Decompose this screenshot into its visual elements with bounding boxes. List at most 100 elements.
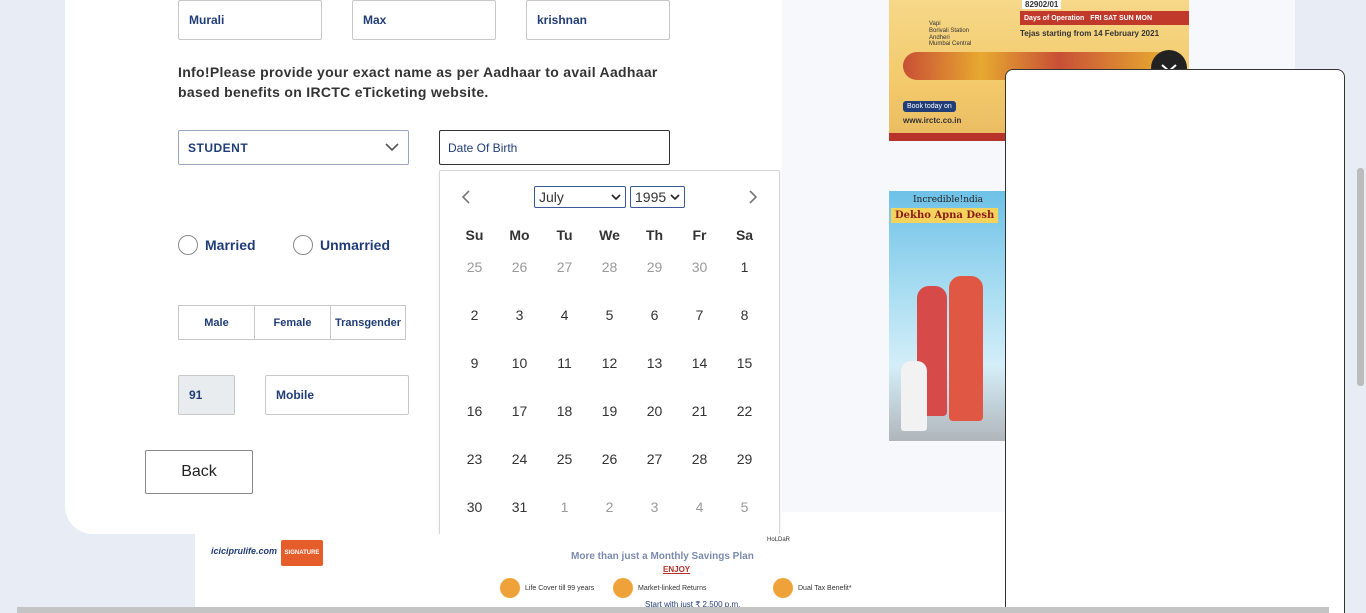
mobile-input[interactable]: Mobile — [265, 375, 409, 415]
year-select[interactable]: 1995 — [630, 186, 685, 208]
calendar-day[interactable]: 27 — [542, 257, 587, 305]
chevron-left-icon — [461, 190, 470, 204]
calendar-day[interactable]: 17 — [497, 401, 542, 449]
ad-start-date: Tejas starting from 14 February 2021 — [1020, 29, 1160, 38]
calendar-day[interactable]: 16 — [452, 401, 497, 449]
calendar-day[interactable]: 28 — [677, 449, 722, 497]
calendar-day[interactable]: 28 — [587, 257, 632, 305]
weekday-label: Mo — [509, 227, 530, 243]
horizontal-scrollbar[interactable] — [17, 607, 1329, 613]
radio-circle[interactable] — [178, 235, 198, 255]
calendar-week: 2345678 — [452, 305, 767, 353]
ad-days: FRI SAT SUN MON — [1090, 14, 1152, 22]
country-code-field: 91 — [178, 375, 235, 415]
calendar-day[interactable]: 27 — [632, 449, 677, 497]
calendar-day[interactable]: 26 — [587, 449, 632, 497]
aadhaar-info-text: Info!Please provide your exact name as p… — [178, 64, 658, 100]
ad-person-man — [949, 276, 983, 421]
ad-headline: More than just a Monthly Savings Plan — [571, 551, 754, 562]
ad-book-label: Book today on — [903, 101, 956, 112]
calendar-week: 25 26 27 28 29 30 1 — [452, 257, 767, 305]
calendar-day[interactable]: 24 — [497, 449, 542, 497]
calendar-day[interactable]: 11 — [542, 353, 587, 401]
calendar-day[interactable]: 22 — [722, 401, 767, 449]
last-name-field[interactable]: krishnan — [526, 0, 670, 40]
calendar-day[interactable]: 2 — [452, 305, 497, 353]
calendar-day[interactable]: 19 — [587, 401, 632, 449]
year-value: 1995 — [635, 189, 667, 205]
calendar-day[interactable]: 14 — [677, 353, 722, 401]
calendar-day[interactable]: 12 — [587, 353, 632, 401]
radio-married[interactable]: Married — [178, 235, 256, 255]
ad-feature-tax: Dual Tax Benefit* — [773, 578, 852, 598]
calendar-day[interactable]: 6 — [632, 305, 677, 353]
date-of-birth-input[interactable]: Date Of Birth — [439, 130, 670, 165]
ad-station-mumbai: Mumbai Central — [929, 41, 972, 47]
calendar-day[interactable]: 26 — [497, 257, 542, 305]
ad-enjoy: ENJOY — [663, 565, 691, 574]
next-month-button[interactable] — [743, 187, 763, 207]
gender-transgender-button[interactable]: Transgender — [330, 305, 406, 340]
chevron-down-icon — [670, 194, 680, 201]
ad-feature-label: Life Cover till 99 years — [525, 584, 595, 592]
calendar-day[interactable]: 20 — [632, 401, 677, 449]
gender-toggle-group: Male Female Transgender — [178, 305, 406, 340]
weekday-label: Fr — [692, 227, 707, 243]
calendar-day[interactable]: 7 — [677, 305, 722, 353]
ad-station-vapi: Vapi — [929, 21, 941, 27]
radio-unmarried[interactable]: Unmarried — [293, 235, 390, 255]
ad-train-code: 82902/01 — [1022, 0, 1062, 9]
calendar-day[interactable]: 15 — [722, 353, 767, 401]
first-name-field[interactable]: Murali — [178, 0, 322, 40]
ad-person-child — [901, 361, 927, 431]
chart-icon — [613, 578, 633, 598]
icici-pru-ad[interactable]: iciciprulife.com SIGNATURE More than jus… — [195, 534, 1005, 613]
calendar-day[interactable]: 4 — [542, 305, 587, 353]
weekday-label: Tu — [556, 227, 573, 243]
calendar-day[interactable]: 29 — [722, 449, 767, 497]
back-button[interactable]: Back — [145, 450, 253, 494]
gender-male-button[interactable]: Male — [178, 305, 255, 340]
calendar-day[interactable]: 13 — [632, 353, 677, 401]
calendar-day[interactable]: 9 — [452, 353, 497, 401]
radio-circle[interactable] — [293, 235, 313, 255]
calendar-day[interactable]: 25 — [452, 257, 497, 305]
calendar-day[interactable]: 8 — [722, 305, 767, 353]
month-select[interactable]: July — [534, 186, 626, 208]
chevron-right-icon — [749, 190, 758, 204]
ad-feature-label: Market-linked Returns — [638, 584, 707, 592]
chevron-down-icon — [611, 194, 621, 201]
calendar-day[interactable]: 23 — [452, 449, 497, 497]
calendar-day[interactable]: 18 — [542, 401, 587, 449]
month-value: July — [539, 189, 564, 205]
overlay-panel — [1005, 69, 1345, 613]
vertical-scrollbar[interactable] — [1357, 168, 1364, 386]
ad-station-borivali: Borivali Station — [929, 28, 970, 34]
prev-month-button[interactable] — [456, 187, 476, 207]
weekday-label: Sa — [735, 227, 754, 243]
calendar-week: 16 17 18 19 20 21 22 — [452, 401, 767, 449]
ad-url: www.irctc.co.in — [903, 116, 962, 125]
calendar-day[interactable]: 25 — [542, 449, 587, 497]
ad-icici-logo: iciciprulife.com — [211, 546, 278, 556]
ad-feature-market: Market-linked Returns — [613, 578, 706, 598]
occupation-select[interactable]: STUDENT — [178, 130, 409, 165]
calendar-days: 25 26 27 28 29 30 1 2 3 4 5 6 7 8 9 10 11 12 13 14 15 16 17 18 1… — [452, 257, 767, 545]
calendar-week: 9 10 11 12 13 14 15 — [452, 353, 767, 401]
shield-icon — [500, 578, 520, 598]
calendar-day[interactable]: 10 — [497, 353, 542, 401]
ad-signature-badge: SIGNATURE — [281, 540, 323, 566]
weekday-label: Th — [645, 227, 664, 243]
ad-feature-life-cover: Life Cover till 99 years — [500, 578, 594, 598]
calendar-day[interactable]: 29 — [632, 257, 677, 305]
calendar-day[interactable]: 3 — [497, 305, 542, 353]
calendar-day[interactable]: 1 — [722, 257, 767, 305]
occupation-value: STUDENT — [188, 140, 249, 155]
calendar-day[interactable]: 30 — [677, 257, 722, 305]
middle-name-field[interactable]: Max — [352, 0, 496, 40]
incredible-india-ad[interactable]: Incredible!ndia Dekho Apna Desh — [889, 191, 1007, 441]
calendar-day[interactable]: 5 — [587, 305, 632, 353]
tax-icon — [773, 578, 793, 598]
gender-female-button[interactable]: Female — [254, 305, 331, 340]
calendar-day[interactable]: 21 — [677, 401, 722, 449]
